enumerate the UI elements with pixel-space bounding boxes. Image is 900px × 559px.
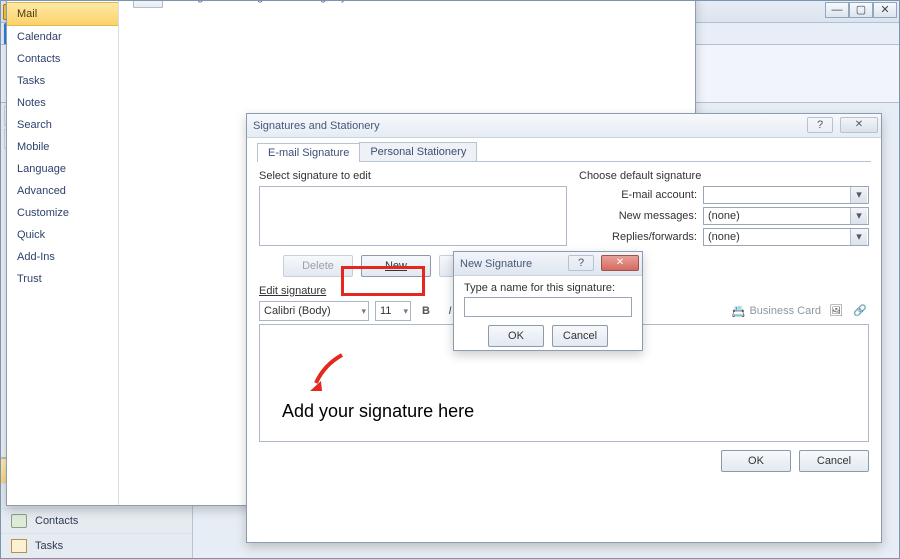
email-account-label: E-mail account: [621,189,697,201]
envelope-icon [133,0,163,8]
newsig-cancel-button[interactable]: Cancel [552,325,608,347]
window-controls: ― ▢ ✕ [825,2,897,18]
sig-delete-button[interactable]: Delete [283,255,353,277]
options-category-customize[interactable]: Customize [7,202,118,224]
options-page-header: Change the settings for messages you cre… [133,0,681,8]
options-category-list: GeneralMailCalendarContactsTasksNotesSea… [7,0,119,505]
contacts-icon [11,514,27,528]
options-category-advanced[interactable]: Advanced [7,180,118,202]
dialog-close-button[interactable]: ✕ [601,255,639,271]
replies-forwards-combo[interactable]: (none) [703,228,869,246]
newsig-ok-button[interactable]: OK [488,325,544,347]
newsig-name-input[interactable] [464,297,632,317]
font-size-selector[interactable]: 11 [375,301,411,321]
tab-email-signature[interactable]: E-mail Signature [257,143,360,162]
options-category-search[interactable]: Search [7,114,118,136]
select-signature-label: Select signature to edit [259,170,567,182]
dialog-help-button[interactable]: ? [807,117,833,133]
annotation-text: Add your signature here [282,401,474,422]
nav-tasks[interactable]: Tasks [1,533,192,558]
signature-list[interactable] [259,186,567,246]
sig-new-button[interactable]: New [361,255,431,277]
options-category-calendar[interactable]: Calendar [7,26,118,48]
new-messages-label: New messages: [619,210,697,222]
options-category-quick[interactable]: Quick [7,224,118,246]
newsig-prompt: Type a name for this signature: [464,282,632,294]
options-category-trust[interactable]: Trust [7,268,118,290]
options-category-contacts[interactable]: Contacts [7,48,118,70]
signatures-dialog-title: Signatures and Stationery [253,120,380,132]
newsig-title: New Signature [460,258,532,270]
default-signature-label: Choose default signature [579,170,869,182]
replies-forwards-label: Replies/forwards: [612,231,697,243]
signatures-dialog-titlebar[interactable]: Signatures and Stationery ? ✕ [247,114,881,138]
outlook-main-window: O 💾 ▾ Inbox - newuser7887@gmail.com - Mi… [0,0,900,559]
maximize-button[interactable]: ▢ [849,2,873,18]
dialog-close-button[interactable]: ✕ [840,117,878,133]
options-category-mobile[interactable]: Mobile [7,136,118,158]
minimize-button[interactable]: ― [825,2,849,18]
email-account-combo[interactable] [703,186,869,204]
tab-personal-stationery[interactable]: Personal Stationery [359,142,477,161]
new-signature-dialog: New Signature ? ✕ Type a name for this s… [453,251,643,351]
business-card-button[interactable]: 📇 Business Card [732,305,821,318]
tasks-icon [11,539,27,553]
options-category-language[interactable]: Language [7,158,118,180]
signature-subtabs: E-mail Signature Personal Stationery [257,142,871,162]
signatures-ok-button[interactable]: OK [721,450,791,472]
dialog-help-button[interactable]: ? [568,255,594,271]
arrow-annotation-icon [306,351,350,395]
close-button[interactable]: ✕ [873,2,897,18]
options-category-notes[interactable]: Notes [7,92,118,114]
signatures-cancel-button[interactable]: Cancel [799,450,869,472]
options-category-mail[interactable]: Mail [7,2,118,26]
nav-contacts[interactable]: Contacts [1,508,192,533]
new-messages-combo[interactable]: (none) [703,207,869,225]
bold-button[interactable]: B [417,302,435,320]
picture-button[interactable]: 🖼 [827,302,845,320]
font-selector[interactable]: Calibri (Body) [259,301,369,321]
hyperlink-button[interactable]: 🔗 [851,302,869,320]
newsig-titlebar[interactable]: New Signature ? ✕ [454,252,642,276]
options-category-add-ins[interactable]: Add-Ins [7,246,118,268]
options-category-tasks[interactable]: Tasks [7,70,118,92]
